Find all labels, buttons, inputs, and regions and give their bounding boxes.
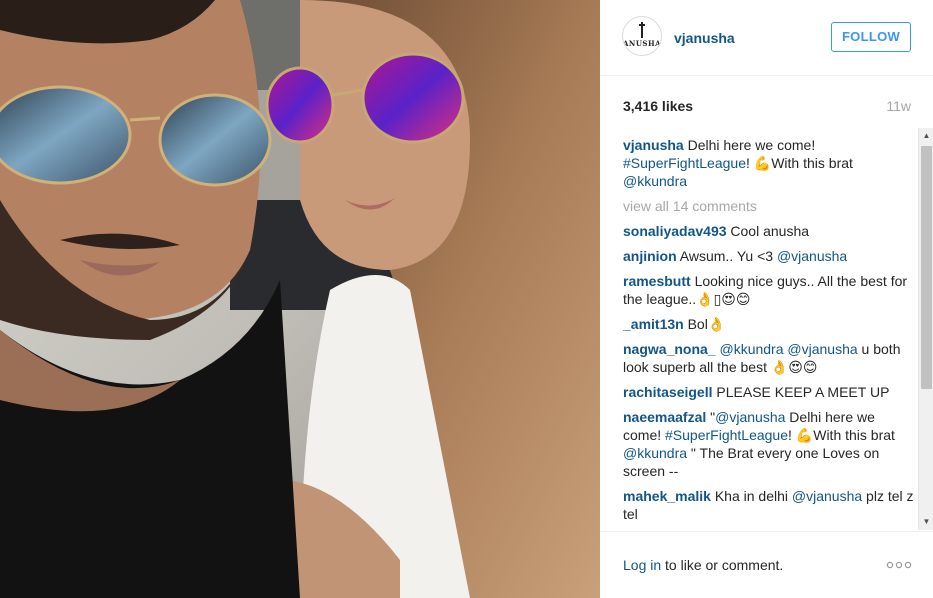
caption-text: ! 💪With this brat bbox=[746, 155, 853, 171]
comment-text: PLEASE KEEP A MEET UP bbox=[712, 384, 890, 400]
caption: vjanusha Delhi here we come! #SuperFight… bbox=[623, 136, 915, 190]
comment-username[interactable]: _amit13n bbox=[623, 316, 684, 332]
post-stats: 3,416 likes 11w bbox=[600, 76, 933, 131]
hashtag-link[interactable]: #SuperFightLeague bbox=[623, 155, 746, 171]
comment-username[interactable]: nagwa_nona_ bbox=[623, 341, 716, 357]
mention-link[interactable]: @kkundra bbox=[719, 341, 783, 357]
mention-link[interactable]: @vjanusha bbox=[787, 341, 857, 357]
login-prompt: Log in to like or comment. bbox=[623, 557, 783, 573]
more-options-icon[interactable] bbox=[886, 560, 912, 570]
comment-text: Awsum.. Yu <3 bbox=[676, 248, 777, 264]
likes-count[interactable]: 3,416 likes bbox=[623, 98, 693, 114]
comment-username[interactable]: vjanusha bbox=[623, 137, 684, 153]
username-link[interactable]: vjanusha bbox=[674, 30, 735, 46]
comment-text: Bol👌 bbox=[683, 316, 726, 332]
scroll-thumb[interactable] bbox=[921, 146, 932, 389]
follow-button[interactable]: FOLLOW bbox=[831, 22, 911, 52]
list-item: anjinion Awsum.. Yu <3 @vjanusha bbox=[623, 247, 915, 265]
comment-text: ! 💪With this brat bbox=[788, 427, 895, 443]
comment-text: " bbox=[706, 409, 716, 425]
post-footer: Log in to like or comment. bbox=[600, 531, 933, 598]
post-header: ANUSHA vjanusha FOLLOW bbox=[600, 0, 933, 76]
avatar-logo-text: ANUSHA bbox=[623, 39, 662, 48]
post-age[interactable]: 11w bbox=[886, 98, 911, 114]
comment-username[interactable]: anjinion bbox=[623, 248, 677, 264]
mention-link[interactable]: @vjanusha bbox=[777, 248, 847, 264]
login-link[interactable]: Log in bbox=[623, 557, 661, 573]
chevron-up-icon[interactable]: ▲ bbox=[919, 128, 933, 144]
post-photo[interactable] bbox=[0, 0, 600, 598]
list-item: rachitaseigell PLEASE KEEP A MEET UP bbox=[623, 383, 915, 401]
avatar[interactable]: ANUSHA bbox=[622, 16, 662, 56]
login-prompt-text: to like or comment. bbox=[661, 557, 784, 573]
hashtag-link[interactable]: #SuperFightLeague bbox=[665, 427, 788, 443]
comments-scrollbar[interactable]: ▲ ▼ bbox=[918, 128, 933, 530]
comment-username[interactable]: ramesbutt bbox=[623, 273, 691, 289]
post-sidebar: ANUSHA vjanusha FOLLOW 3,416 likes 11w v… bbox=[600, 0, 933, 598]
comment-username[interactable]: mahek_malik bbox=[623, 488, 711, 504]
avatar-logo-icon bbox=[639, 22, 645, 38]
mention-link[interactable]: @kkundra bbox=[623, 173, 687, 189]
comment-text: Kha in delhi bbox=[710, 488, 792, 504]
mention-link[interactable]: @kkundra bbox=[623, 445, 687, 461]
comment-username[interactable]: rachitaseigell bbox=[623, 384, 713, 400]
comment-text: Cool anusha bbox=[726, 223, 810, 239]
list-item: mahek_malik Kha in delhi @vjanusha plz t… bbox=[623, 487, 915, 523]
comment-username[interactable]: naeemaafzal bbox=[623, 409, 706, 425]
list-item: _amit13n Bol👌 bbox=[623, 315, 915, 333]
list-item: sonaliyadav493 Cool anusha bbox=[623, 222, 915, 240]
chevron-down-icon[interactable]: ▼ bbox=[919, 514, 933, 530]
caption-text: Delhi here we come! bbox=[683, 137, 816, 153]
selfie-image bbox=[0, 0, 600, 598]
comments-list[interactable]: vjanusha Delhi here we come! #SuperFight… bbox=[623, 136, 915, 526]
view-all-comments-link[interactable]: view all 14 comments bbox=[623, 197, 915, 215]
list-item: naeemaafzal "@vjanusha Delhi here we com… bbox=[623, 408, 915, 480]
mention-link[interactable]: @vjanusha bbox=[715, 409, 785, 425]
mention-link[interactable]: @vjanusha bbox=[792, 488, 862, 504]
list-item: ramesbutt Looking nice guys.. All the be… bbox=[623, 272, 915, 308]
comment-username[interactable]: sonaliyadav493 bbox=[623, 223, 727, 239]
list-item: nagwa_nona_ @kkundra @vjanusha u both lo… bbox=[623, 340, 915, 376]
